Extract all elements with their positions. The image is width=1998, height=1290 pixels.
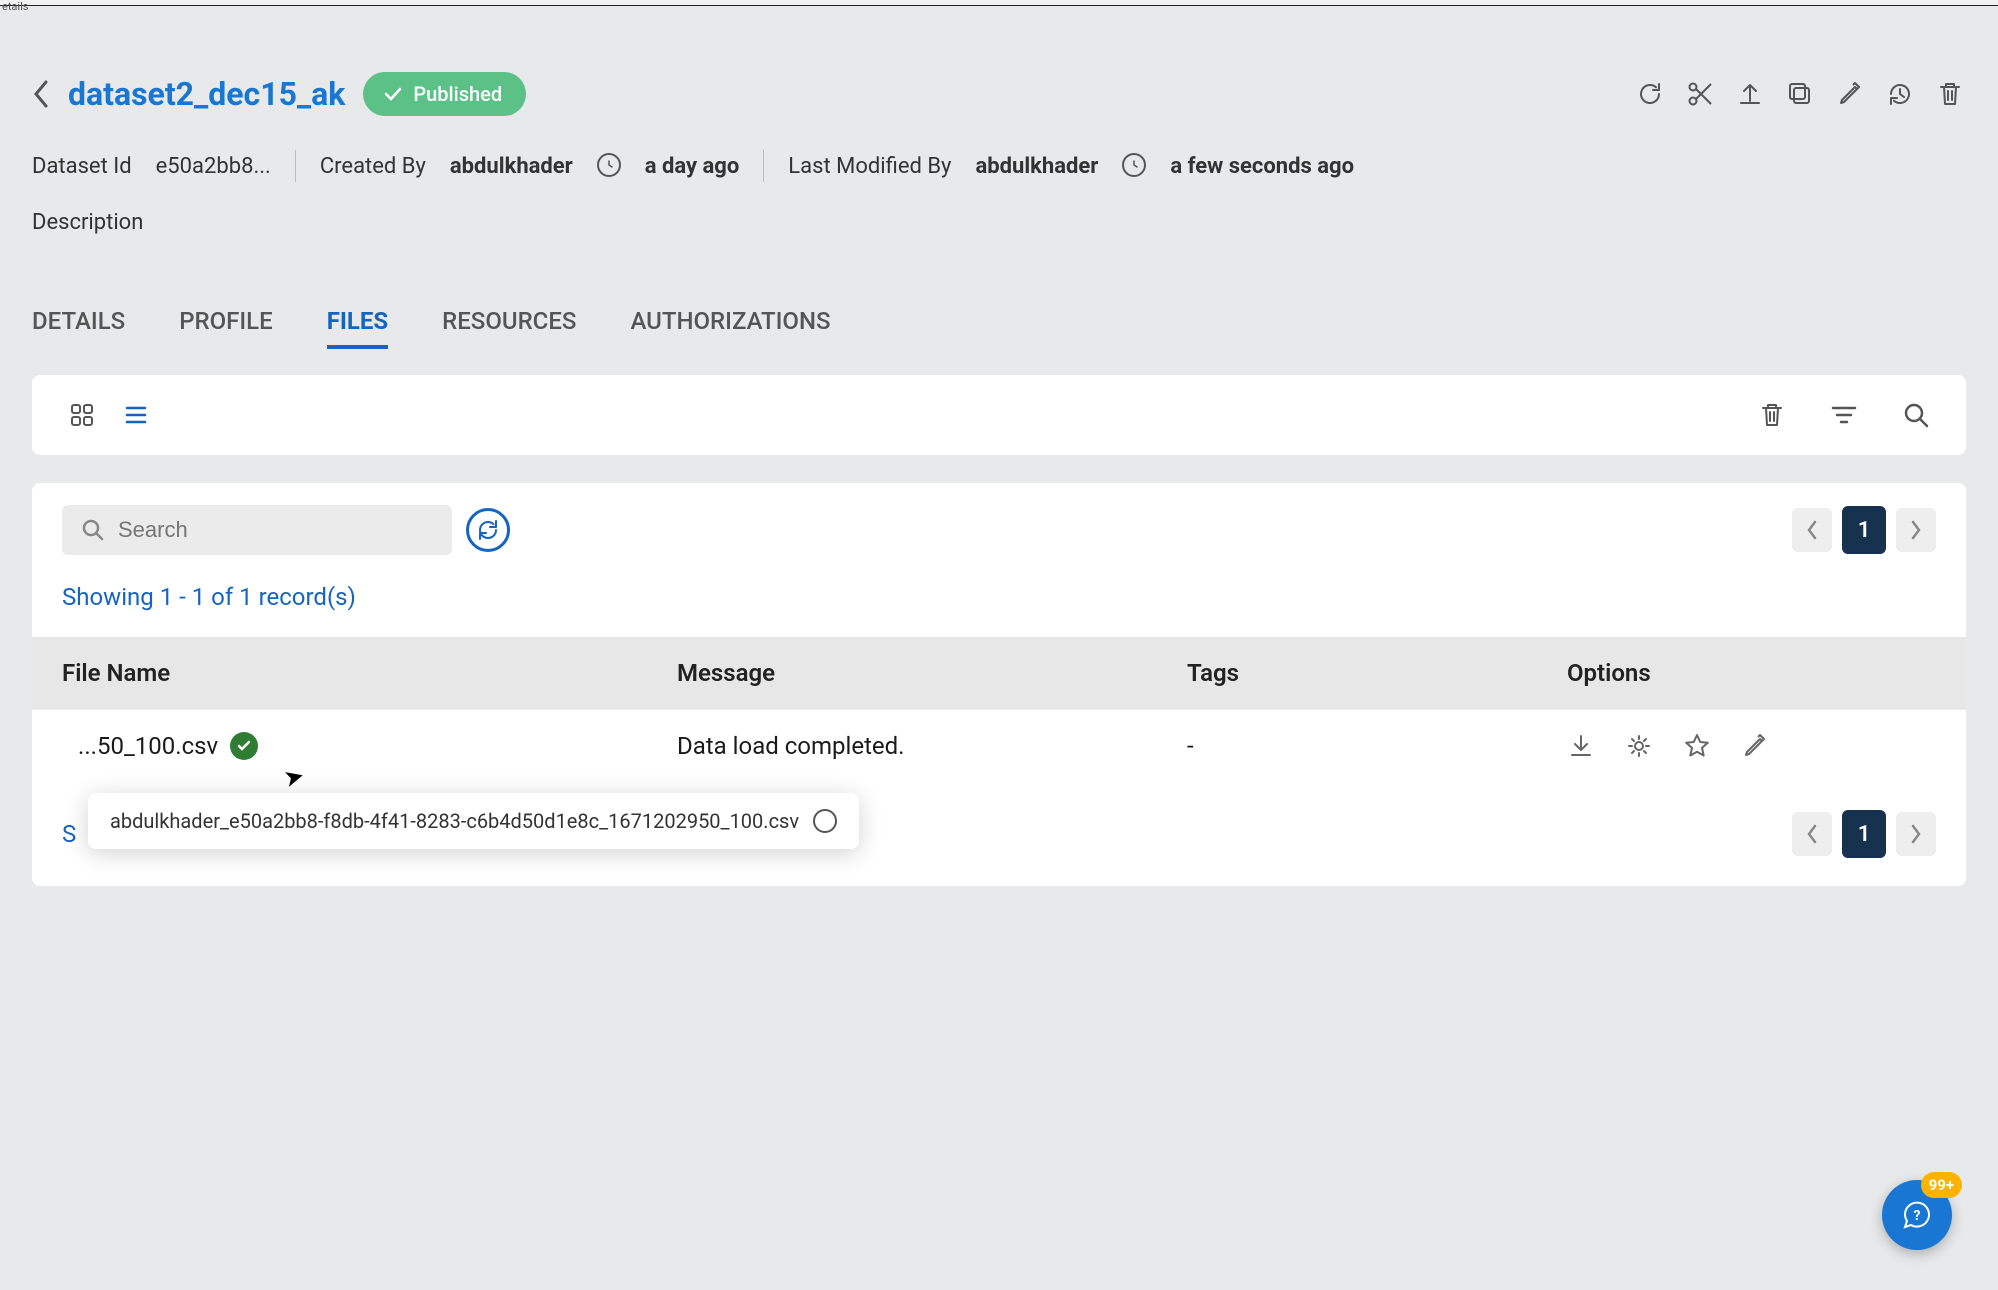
pager-prev[interactable] <box>1792 812 1832 856</box>
filter-icon[interactable] <box>1828 399 1860 431</box>
modified-by-label: Last Modified By <box>788 154 951 179</box>
grid-view-icon[interactable] <box>66 399 98 431</box>
table-row[interactable]: ...50_100.csv Data load completed. - <box>32 709 1966 782</box>
pager-bottom: 1 <box>1792 810 1936 858</box>
scissors-icon[interactable] <box>1684 78 1716 110</box>
file-message: Data load completed. <box>647 710 1157 782</box>
copy-icon[interactable] <box>1784 78 1816 110</box>
modified-time: a few seconds ago <box>1170 154 1354 179</box>
header: dataset2_dec15_ak Published <box>32 72 1966 116</box>
pager-page[interactable]: 1 <box>1842 810 1886 858</box>
header-actions <box>1634 78 1966 110</box>
search-input[interactable] <box>118 517 434 543</box>
tab-authorizations[interactable]: AUTHORIZATIONS <box>630 307 830 349</box>
files-list-card: 1 Showing 1 - 1 of 1 record(s) File Name… <box>32 483 1966 886</box>
modified-by-user: abdulkhader <box>975 154 1098 179</box>
records-count-top: Showing 1 - 1 of 1 record(s) <box>32 565 1966 637</box>
description-label: Description <box>32 210 1966 235</box>
col-header-message: Message <box>647 637 1157 709</box>
svg-text:?: ? <box>1914 1208 1921 1224</box>
view-toolbar <box>32 375 1966 455</box>
pager-prev[interactable] <box>1792 508 1832 552</box>
records-count-bottom-partial: S <box>62 820 76 848</box>
pager-top: 1 <box>1792 506 1936 554</box>
col-header-tags: Tags <box>1157 637 1537 709</box>
filename-tooltip: abdulkhader_e50a2bb8-f8db-4f41-8283-c6b4… <box>88 793 859 849</box>
tab-resources[interactable]: RESOURCES <box>442 307 576 349</box>
clock-icon <box>597 153 621 177</box>
separator <box>763 150 764 182</box>
search-icon[interactable] <box>1900 399 1932 431</box>
file-name: ...50_100.csv <box>78 732 218 760</box>
pager-page[interactable]: 1 <box>1842 506 1886 554</box>
dataset-title[interactable]: dataset2_dec15_ak <box>68 75 345 113</box>
back-chevron-icon[interactable] <box>32 79 50 109</box>
tabs: DETAILS PROFILE FILES RESOURCES AUTHORIZ… <box>32 307 1966 349</box>
refresh-icon[interactable] <box>1634 78 1666 110</box>
tab-files[interactable]: FILES <box>327 307 388 349</box>
dataset-id-value: e50a2bb8... <box>156 154 271 179</box>
tab-profile[interactable]: PROFILE <box>179 307 273 349</box>
pager-next[interactable] <box>1896 508 1936 552</box>
edit-row-icon[interactable] <box>1741 732 1769 760</box>
file-tags: - <box>1157 710 1537 782</box>
col-header-options: Options <box>1537 637 1966 709</box>
tab-details[interactable]: DETAILS <box>32 307 125 349</box>
clock-icon <box>1122 153 1146 177</box>
settings-gear-icon[interactable] <box>1625 732 1653 760</box>
copy-filename-icon[interactable] <box>813 809 837 833</box>
status-label: Published <box>413 82 502 106</box>
search-box[interactable] <box>62 505 452 555</box>
trash-icon[interactable] <box>1934 78 1966 110</box>
separator <box>295 150 296 182</box>
star-icon[interactable] <box>1683 732 1711 760</box>
help-badge: 99+ <box>1921 1172 1962 1198</box>
tooltip-text: abdulkhader_e50a2bb8-f8db-4f41-8283-c6b4… <box>110 809 799 833</box>
pager-next[interactable] <box>1896 812 1936 856</box>
created-by-user: abdulkhader <box>450 154 573 179</box>
status-badge: Published <box>363 72 526 116</box>
refresh-button[interactable] <box>466 508 510 552</box>
history-icon[interactable] <box>1884 78 1916 110</box>
check-icon <box>383 84 403 104</box>
edit-icon[interactable] <box>1834 78 1866 110</box>
col-header-filename: File Name <box>32 637 647 709</box>
table-header: File Name Message Tags Options <box>32 637 1966 709</box>
search-icon <box>80 517 106 543</box>
list-view-icon[interactable] <box>120 399 152 431</box>
bulk-delete-icon[interactable] <box>1756 399 1788 431</box>
dataset-id-label: Dataset Id <box>32 154 132 179</box>
upload-icon[interactable] <box>1734 78 1766 110</box>
page-content: dataset2_dec15_ak Published <box>0 6 1998 918</box>
meta-row: Dataset Id e50a2bb8... Created By abdulk… <box>32 150 1966 182</box>
status-check-icon <box>230 732 258 760</box>
help-fab[interactable]: ? 99+ <box>1882 1180 1952 1250</box>
created-by-label: Created By <box>320 154 426 179</box>
created-time: a day ago <box>645 154 740 179</box>
download-icon[interactable] <box>1567 732 1595 760</box>
